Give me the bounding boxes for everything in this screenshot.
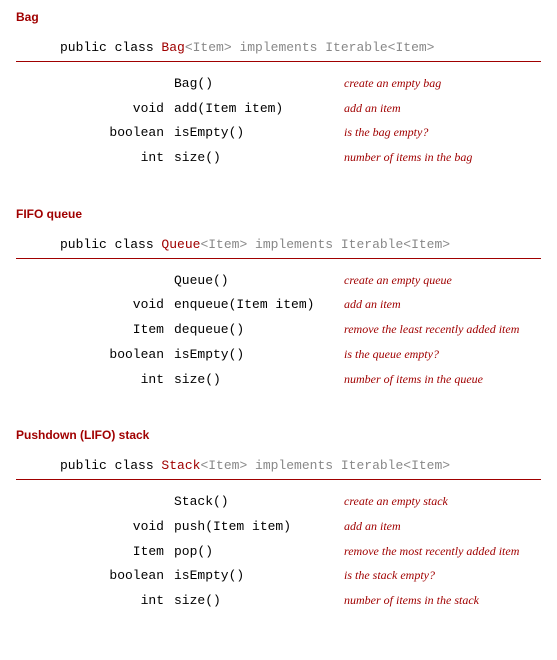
- implements-clause: implements Iterable<Item>: [247, 237, 450, 252]
- method-signature: size(): [174, 589, 344, 614]
- method-row: Bag()create an empty bag: [16, 72, 541, 97]
- class-signature: public class Bag<Item> implements Iterab…: [16, 40, 541, 62]
- method-signature: dequeue(): [174, 318, 344, 343]
- method-row: voidenqueue(Item item)add an item: [16, 293, 541, 318]
- method-description: add an item: [344, 293, 541, 316]
- return-type: int: [16, 146, 174, 171]
- method-row: Queue()create an empty queue: [16, 269, 541, 294]
- api-reference: Bagpublic class Bag<Item> implements Ite…: [16, 10, 541, 614]
- method-row: voidpush(Item item)add an item: [16, 515, 541, 540]
- type-param: <Item>: [200, 237, 247, 252]
- section-title: FIFO queue: [16, 207, 541, 221]
- method-description: is the stack empty?: [344, 564, 541, 587]
- return-type: Item: [16, 540, 174, 565]
- section-title: Bag: [16, 10, 541, 24]
- method-signature: Bag(): [174, 72, 344, 97]
- return-type: boolean: [16, 121, 174, 146]
- method-description: remove the least recently added item: [344, 318, 541, 341]
- method-description: number of items in the bag: [344, 146, 541, 169]
- method-signature: pop(): [174, 540, 344, 565]
- keyword: public class: [60, 237, 161, 252]
- method-row: booleanisEmpty()is the bag empty?: [16, 121, 541, 146]
- method-description: add an item: [344, 97, 541, 120]
- class-name: Stack: [161, 458, 200, 473]
- method-row: booleanisEmpty()is the queue empty?: [16, 343, 541, 368]
- method-row: intsize()number of items in the bag: [16, 146, 541, 171]
- method-description: create an empty bag: [344, 72, 541, 95]
- method-row: Itemdequeue()remove the least recently a…: [16, 318, 541, 343]
- method-description: is the bag empty?: [344, 121, 541, 144]
- type-param: <Item>: [200, 458, 247, 473]
- return-type: void: [16, 293, 174, 318]
- method-row: voidadd(Item item)add an item: [16, 97, 541, 122]
- method-description: number of items in the stack: [344, 589, 541, 612]
- return-type: int: [16, 368, 174, 393]
- method-row: intsize()number of items in the queue: [16, 368, 541, 393]
- return-type: int: [16, 589, 174, 614]
- keyword: public class: [60, 458, 161, 473]
- method-description: create an empty stack: [344, 490, 541, 513]
- method-signature: enqueue(Item item): [174, 293, 344, 318]
- method-signature: isEmpty(): [174, 343, 344, 368]
- method-signature: add(Item item): [174, 97, 344, 122]
- section-title: Pushdown (LIFO) stack: [16, 428, 541, 442]
- method-signature: push(Item item): [174, 515, 344, 540]
- method-description: add an item: [344, 515, 541, 538]
- method-signature: Stack(): [174, 490, 344, 515]
- implements-clause: implements Iterable<Item>: [232, 40, 435, 55]
- method-description: is the queue empty?: [344, 343, 541, 366]
- keyword: public class: [60, 40, 161, 55]
- method-signature: size(): [174, 146, 344, 171]
- method-row: booleanisEmpty()is the stack empty?: [16, 564, 541, 589]
- method-description: create an empty queue: [344, 269, 541, 292]
- return-type: void: [16, 97, 174, 122]
- type-param: <Item>: [185, 40, 232, 55]
- return-type: Item: [16, 318, 174, 343]
- return-type: void: [16, 515, 174, 540]
- method-description: number of items in the queue: [344, 368, 541, 391]
- method-description: remove the most recently added item: [344, 540, 541, 563]
- method-row: Stack()create an empty stack: [16, 490, 541, 515]
- method-signature: size(): [174, 368, 344, 393]
- method-signature: Queue(): [174, 269, 344, 294]
- method-row: Itempop()remove the most recently added …: [16, 540, 541, 565]
- method-signature: isEmpty(): [174, 564, 344, 589]
- implements-clause: implements Iterable<Item>: [247, 458, 450, 473]
- class-signature: public class Queue<Item> implements Iter…: [16, 237, 541, 259]
- method-signature: isEmpty(): [174, 121, 344, 146]
- return-type: boolean: [16, 564, 174, 589]
- api-section: Pushdown (LIFO) stack public class Stack<…: [16, 428, 541, 613]
- method-row: intsize()number of items in the stack: [16, 589, 541, 614]
- return-type: boolean: [16, 343, 174, 368]
- class-signature: public class Stack<Item> implements Iter…: [16, 458, 541, 480]
- api-section: Bagpublic class Bag<Item> implements Ite…: [16, 10, 541, 171]
- api-section: FIFO queue public class Queue<Item> imple…: [16, 207, 541, 392]
- class-name: Bag: [161, 40, 184, 55]
- class-name: Queue: [161, 237, 200, 252]
